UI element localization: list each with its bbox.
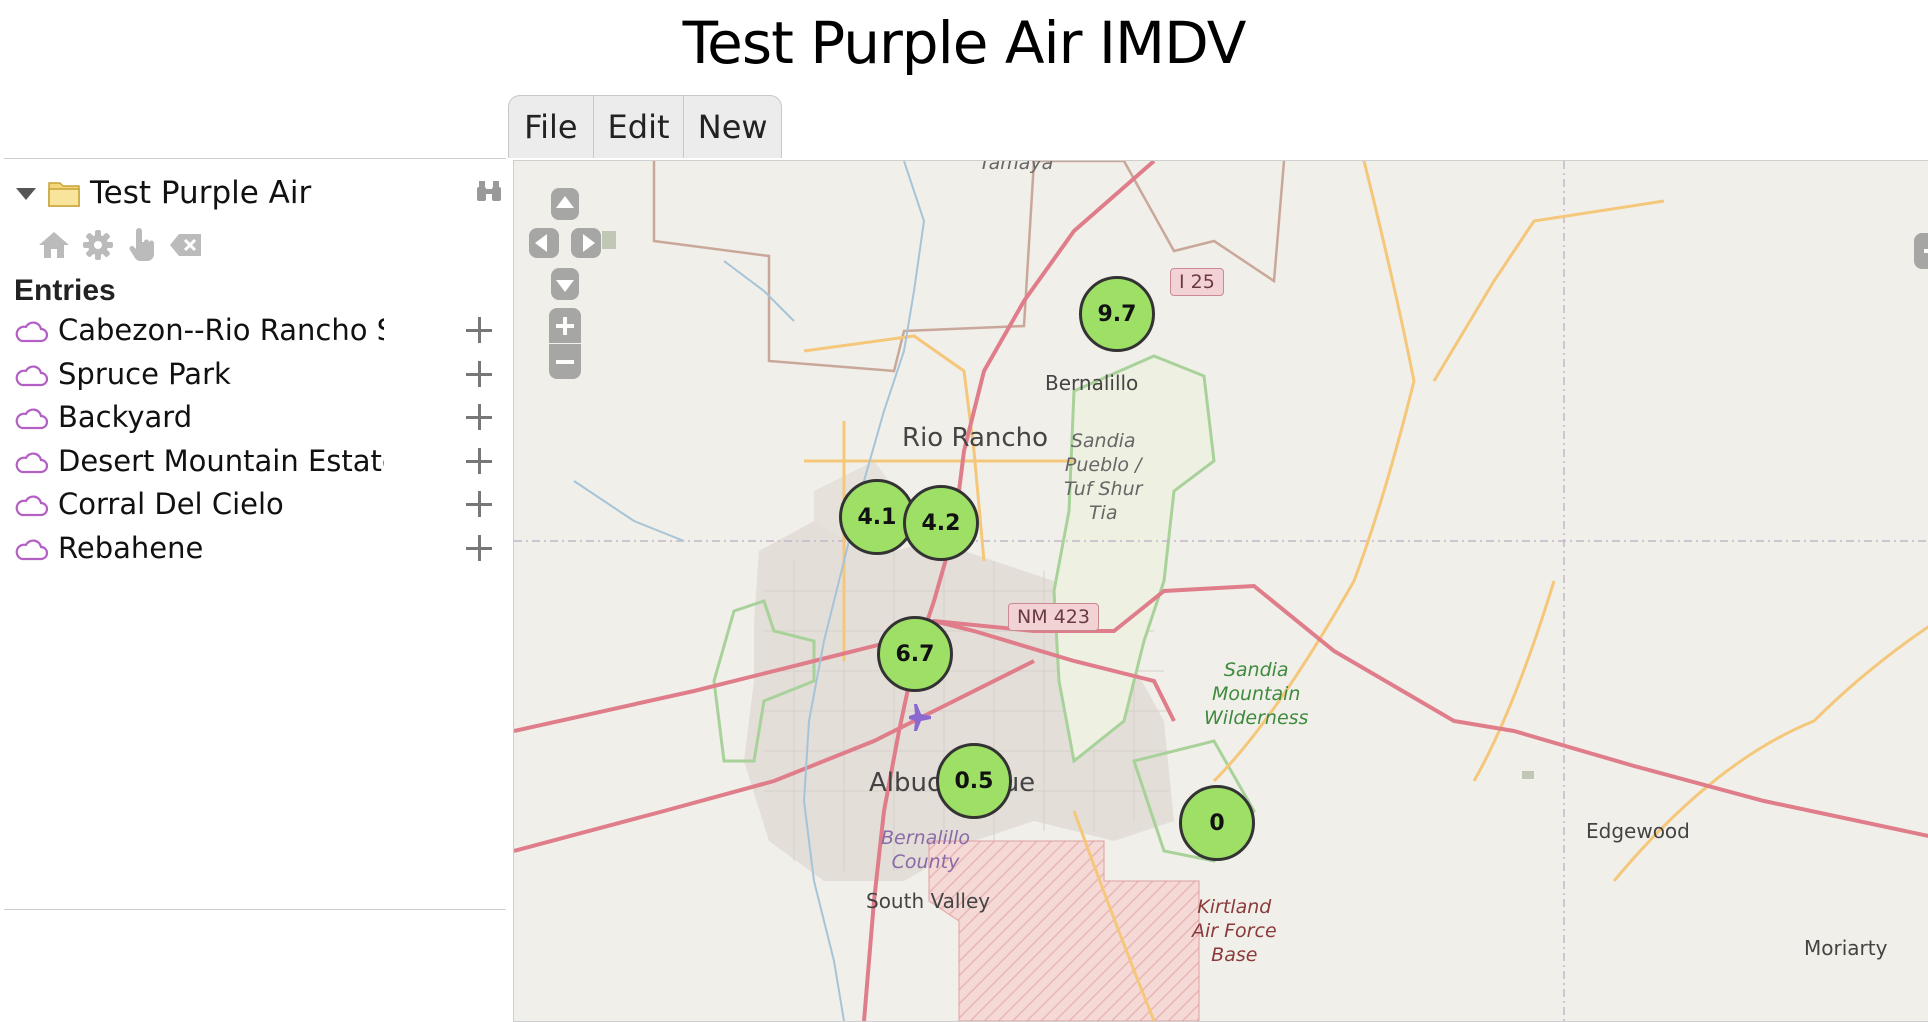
- menu-file[interactable]: File: [509, 96, 594, 158]
- menubar: File Edit New: [508, 95, 782, 158]
- list-item[interactable]: Desert Mountain Estates: [12, 440, 502, 484]
- sensor-marker[interactable]: 9.7: [1079, 276, 1155, 352]
- entry-label[interactable]: Rebahene: [58, 527, 384, 570]
- add-entry-icon[interactable]: [466, 360, 492, 387]
- entry-list: Cabezon--Rio Rancho South Spruce Park Ba…: [12, 309, 502, 570]
- home-icon[interactable]: [34, 225, 74, 265]
- zoom-out-button[interactable]: [549, 344, 581, 379]
- entry-label[interactable]: Desert Mountain Estates: [58, 440, 384, 483]
- page-title: Test Purple Air IMDV: [682, 9, 1247, 77]
- list-item[interactable]: Corral Del Cielo: [12, 483, 502, 527]
- tree-title[interactable]: Test Purple Air: [90, 171, 311, 215]
- entries-heading: Entries: [14, 274, 116, 307]
- place-label-moriarty: Moriarty: [1804, 936, 1888, 960]
- route-shield-i25: I 25: [1170, 268, 1224, 296]
- list-item[interactable]: Rebahene: [12, 527, 502, 571]
- entry-label[interactable]: Cabezon--Rio Rancho South: [58, 309, 384, 352]
- add-entry-icon[interactable]: [466, 404, 492, 430]
- cloud-icon: [15, 321, 48, 343]
- route-shield-nm423: NM 423: [1008, 603, 1099, 631]
- place-label-south-valley: South Valley: [866, 889, 991, 913]
- add-entry-icon[interactable]: [466, 534, 492, 561]
- map[interactable]: Tamaya Bernalillo Rio Rancho Sandia Pueb…: [513, 160, 1928, 1022]
- layer-switcher-button[interactable]: [1914, 233, 1928, 269]
- place-label-bernalillo: Bernalillo: [1045, 371, 1139, 395]
- place-label-rio-rancho: Rio Rancho: [902, 423, 1049, 453]
- entry-toolbar: [34, 225, 206, 265]
- list-item[interactable]: Backyard: [12, 396, 502, 440]
- cloud-icon: [15, 364, 48, 386]
- folder-icon: [48, 182, 80, 207]
- place-label-kirtland: Kirtland Air Force Base: [1192, 896, 1277, 966]
- menu-new[interactable]: New: [684, 96, 781, 158]
- sensor-marker[interactable]: 6.7: [877, 616, 953, 692]
- menu-edit[interactable]: Edit: [594, 96, 685, 158]
- tree-header[interactable]: Test Purple Air: [12, 171, 502, 215]
- sensor-marker[interactable]: 0: [1179, 785, 1255, 861]
- place-label-sandia-wilderness: Sandia Mountain Wilderness: [1204, 659, 1309, 729]
- cloud-icon: [15, 495, 48, 517]
- list-item[interactable]: Spruce Park: [12, 353, 502, 397]
- gear-icon[interactable]: [78, 225, 118, 265]
- add-entry-icon[interactable]: [466, 447, 492, 474]
- place-label-tamaya: Tamaya: [979, 160, 1054, 174]
- add-entry-icon[interactable]: [466, 317, 492, 343]
- cloud-icon: [15, 408, 48, 430]
- binoculars-icon[interactable]: [476, 179, 502, 203]
- cloud-icon: [15, 451, 48, 473]
- sensor-marker[interactable]: 0.5: [936, 743, 1012, 819]
- place-label-sandia-pueblo: Sandia Pueblo / Tuf Shur Tia: [1064, 430, 1143, 524]
- sensor-marker[interactable]: 4.2: [903, 485, 979, 561]
- entry-label[interactable]: Backyard: [58, 396, 384, 439]
- zoom-in-button[interactable]: [549, 308, 581, 343]
- entry-label[interactable]: Corral Del Cielo: [58, 483, 384, 526]
- pan-control[interactable]: [529, 188, 601, 300]
- clear-icon[interactable]: [166, 225, 206, 265]
- add-entry-icon[interactable]: [466, 491, 492, 517]
- entry-label[interactable]: Spruce Park: [58, 353, 384, 396]
- sidebar: Test Purple Air Entries Cabezon--Rio Ran…: [4, 158, 506, 910]
- pointer-hand-icon[interactable]: [122, 225, 162, 265]
- place-label-edgewood: Edgewood: [1586, 819, 1690, 843]
- cloud-icon: [15, 538, 48, 560]
- list-item[interactable]: Cabezon--Rio Rancho South: [12, 309, 502, 353]
- place-label-bernalillo-county: Bernalillo County: [881, 827, 970, 873]
- disclosure-triangle-icon[interactable]: [16, 188, 36, 200]
